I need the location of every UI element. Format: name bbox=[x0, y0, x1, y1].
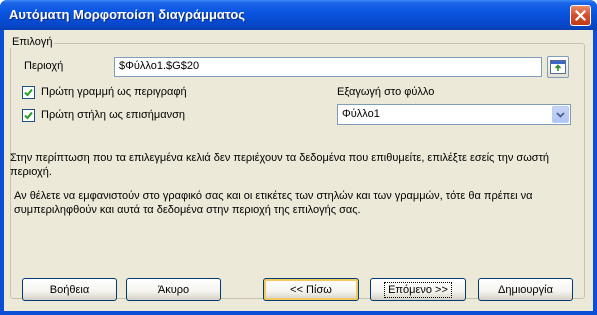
range-label: Περιοχή bbox=[24, 60, 64, 72]
close-icon bbox=[575, 10, 586, 21]
first-column-label[interactable]: Πρώτη στήλη ως επισήμανση bbox=[41, 109, 185, 121]
output-sheet-label: Εξαγωγή στο φύλλο bbox=[337, 86, 435, 98]
info-text-2: Αν θέλετε να εμφανιστούν στο γραφικό σας… bbox=[14, 190, 533, 216]
group-label: Επιλογή bbox=[10, 36, 55, 48]
cancel-button[interactable]: Άκυρο bbox=[126, 278, 221, 301]
title-bar[interactable]: Αυτόματη Μορφοποίση διαγράμματος bbox=[0, 0, 597, 30]
range-input[interactable]: $Φύλλο1.$G$20 bbox=[114, 57, 542, 77]
help-button[interactable]: Βοήθεια bbox=[22, 278, 117, 301]
close-button[interactable] bbox=[570, 5, 591, 26]
dialog-body: Επιλογή Περιοχή $Φύλλο1.$G$20 Πρώτη γραμ… bbox=[4, 30, 593, 311]
create-button-label: Δημιουργία bbox=[498, 283, 553, 296]
back-button-label: << Πίσω bbox=[290, 283, 332, 296]
first-row-checkbox[interactable] bbox=[22, 86, 35, 99]
output-sheet-select[interactable]: Φύλλο1 bbox=[337, 104, 571, 125]
dialog-window: Αυτόματη Μορφοποίση διαγράμματος Επιλογή… bbox=[0, 0, 597, 315]
shrink-button[interactable] bbox=[547, 56, 569, 78]
info-text-1: Στην περίπτωση που τα επιλεγμένα κελιά δ… bbox=[10, 152, 550, 178]
help-button-label: Βοήθεια bbox=[49, 283, 90, 296]
chevron-down-icon bbox=[556, 111, 565, 118]
create-button[interactable]: Δημιουργία bbox=[478, 278, 573, 301]
first-column-checkbox[interactable] bbox=[22, 109, 35, 122]
dropdown-arrow[interactable] bbox=[552, 106, 569, 123]
back-button[interactable]: << Πίσω bbox=[263, 278, 359, 301]
checkmark-icon bbox=[24, 88, 33, 97]
window-title: Αυτόματη Μορφοποίση διαγράμματος bbox=[9, 7, 246, 22]
next-button[interactable]: Επόμενο >> bbox=[370, 278, 466, 301]
first-row-label[interactable]: Πρώτη γραμμή ως περιγραφή bbox=[41, 86, 187, 98]
next-button-label: Επόμενο >> bbox=[384, 281, 452, 298]
output-sheet-value: Φύλλο1 bbox=[342, 108, 380, 120]
shrink-icon bbox=[550, 60, 566, 74]
checkmark-icon bbox=[24, 111, 33, 120]
cancel-button-label: Άκυρο bbox=[157, 283, 190, 296]
